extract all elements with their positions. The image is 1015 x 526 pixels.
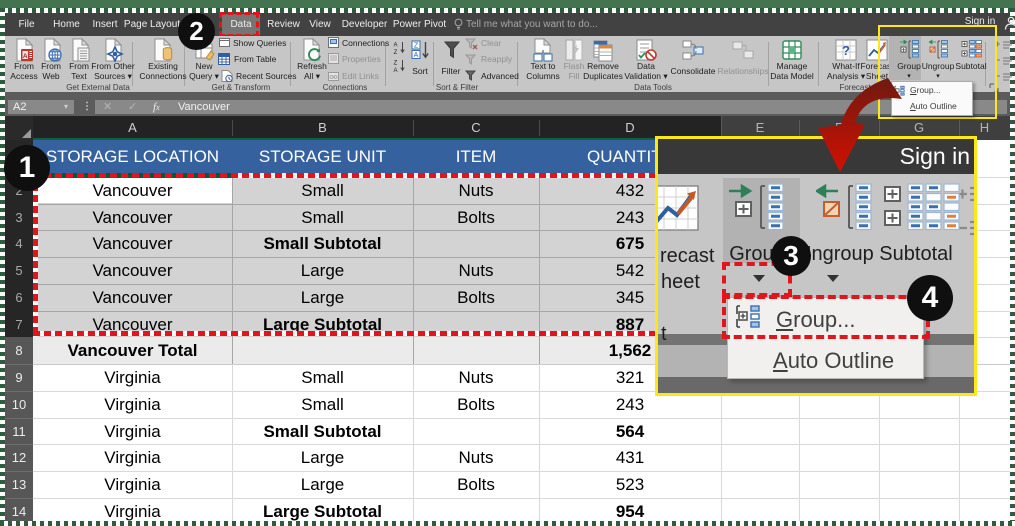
svg-text:A: A xyxy=(393,68,397,73)
svg-text:Z: Z xyxy=(394,61,398,67)
svg-text:Z: Z xyxy=(394,50,398,55)
svg-text:A: A xyxy=(414,52,419,59)
svg-text:A: A xyxy=(393,43,397,49)
svg-text:Z: Z xyxy=(414,43,419,50)
svg-text:A: A xyxy=(23,53,28,60)
